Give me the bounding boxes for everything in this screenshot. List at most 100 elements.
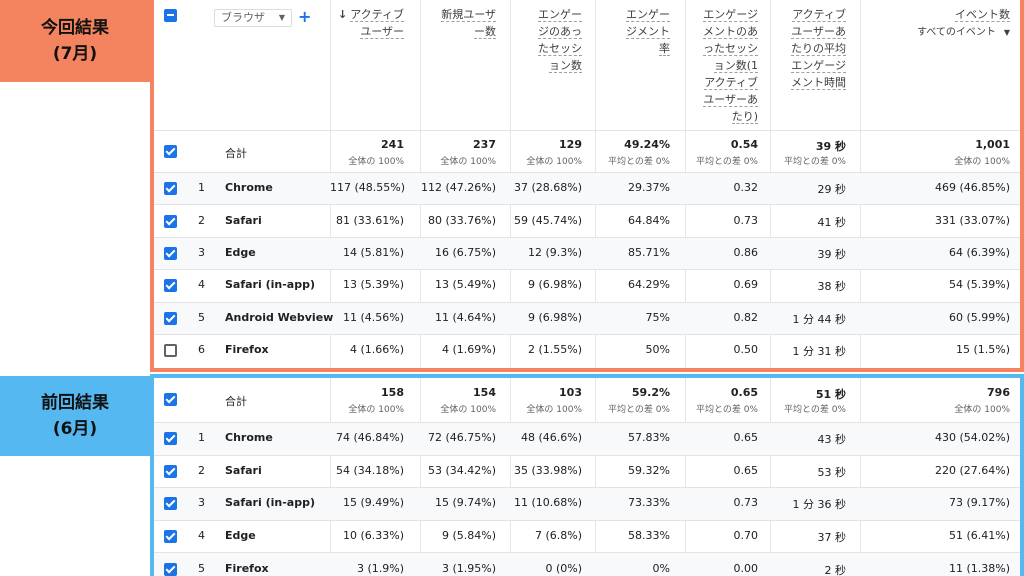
metric-value: 50%: [645, 343, 670, 357]
metric-value: 0%: [652, 561, 670, 575]
metric-value: 331 (33.07%): [934, 213, 1010, 227]
metric-value: 0.65: [733, 431, 759, 445]
column-header-7[interactable]: イベント数 すべてのイベント ▼: [854, 6, 1010, 41]
totals-checkbox[interactable]: [164, 145, 177, 158]
metric-value: 64.29%: [628, 278, 670, 292]
total-comparison: 平均との差 0%: [607, 157, 670, 167]
total-comparison: 全体の 100%: [440, 405, 496, 415]
column-header-2[interactable]: 新規ユーザ ー数: [412, 6, 496, 40]
current-period-label: 今回結果 (7月): [0, 0, 150, 82]
metric-value: 4 (1.69%): [441, 343, 496, 357]
total-value: 1,001: [975, 138, 1010, 151]
column-header-1[interactable]: ↓ アクティブ ユーザー: [330, 6, 404, 40]
metric-value: 15 (1.5%): [955, 343, 1010, 357]
column-header-5[interactable]: エンゲージ メントのあ ったセッシ ョン数(1 アクティブ ユーザーあ たり): [678, 6, 758, 125]
column-header-text: ョン数(1: [713, 59, 758, 73]
browser-name: Safari: [225, 213, 262, 227]
total-value: 158: [381, 386, 404, 399]
browser-name: Firefox: [225, 561, 269, 575]
metric-value: 0.69: [733, 278, 759, 292]
column-header-text: アクティブ: [792, 8, 846, 22]
table-row[interactable]: 3 Safari (in-app) 15 (9.49%) 15 (9.74%) 11 (…: [154, 487, 1020, 521]
total-value: 154: [473, 386, 496, 399]
metric-value: 48 (46.6%): [520, 431, 582, 445]
metric-value: 35 (33.98%): [513, 463, 582, 477]
metric-value: 2 秒: [824, 563, 847, 576]
browser-name: Safari: [225, 463, 262, 477]
row-checkbox[interactable]: [164, 214, 177, 228]
row-checkbox[interactable]: [164, 464, 177, 478]
table-row[interactable]: 6 Firefox 4 (1.66%) 4 (1.69%) 2 (1.55%) 50% 0.…: [154, 334, 1020, 367]
column-header-text: イベント数: [955, 8, 1010, 22]
select-all-checkbox[interactable]: [164, 9, 177, 22]
total-comparison: 平均との差 0%: [695, 405, 758, 415]
total-value: 59.2%: [631, 386, 670, 399]
table-row[interactable]: 4 Edge 10 (6.33%) 9 (5.84%) 7 (6.8%) 58.33% 0.…: [154, 519, 1020, 554]
table-row[interactable]: 5 Firefox 3 (1.9%) 3 (1.95%) 0 (0%) 0% 0.00 2 秒…: [154, 552, 1020, 576]
table-row[interactable]: 1 Chrome 74 (46.84%) 72 (46.75%) 48 (46.6%) 5…: [154, 422, 1020, 456]
metric-value: 2 (1.55%): [527, 343, 582, 357]
browser-name: Firefox: [225, 343, 269, 357]
add-dimension-button[interactable]: +: [298, 7, 311, 26]
table-row[interactable]: 4 Safari (in-app) 13 (5.39%) 13 (5.49%) 9 (6…: [154, 269, 1020, 302]
row-rank: 2: [198, 213, 205, 227]
browser-name: Safari (in-app): [225, 496, 315, 510]
previous-period-month: (6月): [52, 419, 98, 439]
column-header-text: エンゲー: [626, 8, 670, 22]
metric-value: 64 (6.39%): [948, 245, 1010, 259]
table-row[interactable]: 1 Chrome 117 (48.55%) 112 (47.26%) 37 (28.68…: [154, 172, 1020, 206]
table-row[interactable]: 2 Safari 54 (34.18%) 53 (34.42%) 35 (33.98%)…: [154, 454, 1020, 489]
row-checkbox[interactable]: [164, 530, 177, 544]
metric-value: 11 (4.64%): [434, 310, 496, 324]
metric-value: 0.50: [733, 343, 759, 357]
previous-table-panel: 合計 158 全体の 100% 154 全体の 100% 103 全体の 100% 59.2%…: [150, 374, 1024, 576]
metric-value: 41 秒: [817, 215, 847, 229]
row-checkbox[interactable]: [164, 246, 177, 260]
row-checkbox[interactable]: [164, 279, 177, 293]
row-checkbox[interactable]: [164, 432, 177, 446]
metric-value: 9 (5.84%): [441, 529, 496, 543]
metric-value: 220 (27.64%): [934, 463, 1010, 477]
table-row[interactable]: 5 Android Webview 11 (4.56%) 11 (4.64%) 9 (6…: [154, 301, 1020, 335]
metric-value: 43 秒: [817, 433, 847, 447]
totals-row: 合計 158 全体の 100% 154 全体の 100% 103 全体の 100% 59.2%…: [154, 378, 1020, 422]
column-header-text: すべてのイベント: [916, 27, 996, 38]
metric-value: 11 (1.38%): [948, 561, 1010, 575]
row-checkbox[interactable]: [164, 562, 177, 576]
browser-name: Chrome: [225, 431, 273, 445]
column-header-text: アクティブ: [704, 76, 758, 90]
metric-value: 59 (45.74%): [513, 213, 582, 227]
total-value: 129: [559, 138, 582, 151]
metric-value: 38 秒: [817, 280, 847, 294]
row-rank: 5: [198, 561, 205, 575]
total-comparison: 全体の 100%: [526, 157, 582, 167]
table-row[interactable]: 2 Safari 81 (33.61%) 80 (33.76%) 59 (45.74%)…: [154, 204, 1020, 237]
current-period-month: (7月): [52, 44, 98, 64]
column-header-text: アクティブ: [350, 8, 404, 22]
column-header-3[interactable]: エンゲー ジのあっ たセッシ ョン数: [504, 6, 582, 74]
metric-value: 9 (6.98%): [527, 310, 582, 324]
total-comparison: 全体の 100%: [954, 157, 1010, 167]
totals-checkbox[interactable]: [164, 393, 177, 406]
column-header-text: ー数: [474, 25, 496, 39]
column-header-text: たセッシ: [538, 42, 582, 56]
metric-value: 0.32: [733, 181, 759, 195]
column-header-4[interactable]: エンゲー ジメント率: [590, 6, 670, 57]
table-row[interactable]: 3 Edge 14 (5.81%) 16 (6.75%) 12 (9.3%) 85.71%…: [154, 236, 1020, 271]
row-checkbox[interactable]: [164, 182, 177, 196]
row-checkbox[interactable]: [164, 497, 177, 511]
browser-name: Android Webview: [225, 310, 334, 324]
dimension-dropdown[interactable]: ブラウザ ▼: [214, 9, 292, 27]
metric-value: 0.00: [733, 561, 759, 575]
metric-value: 81 (33.61%): [335, 213, 404, 227]
column-header-text: メント時間: [791, 76, 846, 90]
column-header-6[interactable]: アクティブ ユーザーあ たりの平均 エンゲージ メント時間: [766, 6, 846, 91]
metric-value: 15 (9.74%): [434, 496, 496, 510]
column-header-text: たりの平均: [791, 42, 846, 56]
metric-value: 51 (6.41%): [948, 529, 1010, 543]
metric-value: 13 (5.39%): [342, 278, 404, 292]
previous-table: 合計 158 全体の 100% 154 全体の 100% 103 全体の 100% 59.2%…: [154, 378, 1020, 576]
row-rank: 2: [198, 463, 205, 477]
row-checkbox[interactable]: [164, 344, 177, 358]
row-checkbox[interactable]: [164, 311, 177, 325]
